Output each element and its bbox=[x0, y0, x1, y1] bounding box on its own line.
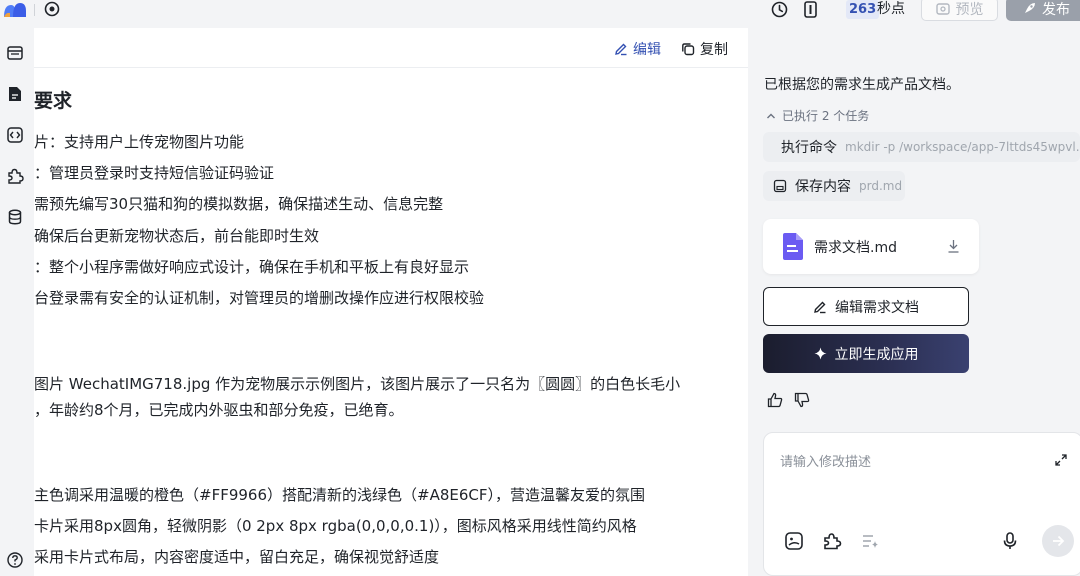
doc-line: 确保后台更新宠物状态后，前台能即时生效 bbox=[34, 227, 320, 245]
browser-window-icon[interactable] bbox=[6, 44, 24, 62]
task-item-command[interactable]: 执行命令 mkdir -p /workspace/app-7lttds45wpv… bbox=[763, 132, 1080, 162]
tasks-collapse-toggle[interactable]: 已执行 2 个任务 bbox=[766, 107, 869, 124]
chevron-up-icon bbox=[767, 113, 775, 118]
edit-label: 编辑 bbox=[633, 42, 661, 58]
task-item-save[interactable]: 保存内容 prd.md bbox=[763, 171, 905, 201]
thumbs-down-icon[interactable] bbox=[794, 392, 810, 408]
task-label: 执行命令 bbox=[781, 140, 837, 156]
list-sparkle-icon[interactable] bbox=[860, 531, 880, 551]
publish-label: 发布 bbox=[1042, 2, 1070, 18]
microphone-icon[interactable] bbox=[1000, 531, 1020, 551]
generate-app-button[interactable]: 立即生成应用 bbox=[763, 334, 969, 373]
save-icon bbox=[773, 179, 787, 193]
doc-line: ：管理员登录时支持短信验证码验证 bbox=[34, 164, 275, 182]
target-icon[interactable] bbox=[44, 1, 60, 17]
task-argument: mkdir -p /workspace/app-7lttds45wpvl... bbox=[845, 140, 1080, 154]
prompt-input-box bbox=[763, 432, 1080, 576]
rocket-icon bbox=[1025, 3, 1035, 13]
doc-line: 图片 WechatIMG718.jpg 作为宠物展示示例图片，该图片展示了一只名… bbox=[34, 375, 681, 393]
preview-button[interactable]: 预览 bbox=[921, 0, 998, 21]
document-content: 要求 片：支持用户上传宠物图片功能 ：管理员登录时支持短信验证码验证 需预先编写… bbox=[34, 28, 748, 576]
copy-button[interactable]: 复制 bbox=[681, 39, 728, 59]
edit-requirements-label: 编辑需求文档 bbox=[835, 299, 919, 316]
plugin-icon[interactable] bbox=[6, 167, 24, 185]
file-icon bbox=[783, 233, 803, 260]
edit-requirements-button[interactable]: 编辑需求文档 bbox=[763, 287, 969, 326]
preview-label: 预览 bbox=[955, 2, 984, 18]
left-rail bbox=[0, 22, 30, 576]
code-icon[interactable] bbox=[6, 126, 24, 144]
section-heading: 要求 bbox=[34, 90, 73, 112]
preview-icon bbox=[935, 3, 950, 15]
clock-icon[interactable] bbox=[771, 1, 788, 18]
doc-line: ：整个小程序需做好响应式设计，确保在手机和平板上有良好显示 bbox=[34, 258, 470, 276]
send-button[interactable] bbox=[1042, 525, 1074, 557]
task-argument: prd.md bbox=[859, 179, 903, 193]
help-icon[interactable] bbox=[6, 551, 24, 569]
doc-line: ，年龄约8个月，已完成内外驱虫和部分免疫，已绝育。 bbox=[34, 401, 404, 419]
mobile-preview-icon[interactable] bbox=[803, 1, 818, 18]
doc-line: 台登录需有安全的认证机制，对管理员的增删改操作应进行权限校验 bbox=[34, 289, 485, 307]
toolbar-divider bbox=[34, 4, 35, 16]
expand-icon[interactable] bbox=[1054, 453, 1068, 467]
document-icon[interactable] bbox=[6, 85, 24, 103]
doc-line: 主色调采用温暖的橙色（#FF9966）搭配清新的浅绿色（#A8E6CF），营造温… bbox=[34, 486, 645, 504]
credits-unit: 秒点 bbox=[877, 1, 905, 17]
copy-label: 复制 bbox=[700, 42, 728, 58]
doc-line: 卡片采用8px圆角，轻微阴影（0 2px 8px rgba(0,0,0,0.1)… bbox=[34, 517, 637, 535]
sparkle-icon bbox=[814, 347, 826, 360]
app-logo-icon[interactable] bbox=[2, 1, 28, 19]
tasks-summary: 已执行 2 个任务 bbox=[782, 109, 870, 123]
download-icon[interactable] bbox=[947, 239, 960, 253]
top-bar: 263 秒点 预览 发布 bbox=[0, 0, 1080, 22]
file-name: 需求文档.md bbox=[814, 240, 897, 256]
doc-line: 需预先编写30只猫和狗的模拟数据，确保描述生动、信息完整 bbox=[34, 195, 444, 213]
send-arrow-icon bbox=[1053, 535, 1065, 547]
prompt-input[interactable] bbox=[780, 451, 1040, 511]
task-label: 保存内容 bbox=[795, 179, 851, 195]
edit-button[interactable]: 编辑 bbox=[614, 39, 661, 59]
file-card[interactable]: 需求文档.md bbox=[763, 219, 979, 274]
doc-line: 片：支持用户上传宠物图片功能 bbox=[34, 133, 245, 151]
assistant-chat-panel: 已根据您的需求生成产品文档。 已执行 2 个任务 执行命令 mkdir -p /… bbox=[748, 28, 1080, 576]
pencil-icon bbox=[814, 301, 826, 313]
image-upload-icon[interactable] bbox=[784, 531, 804, 551]
publish-button[interactable]: 发布 bbox=[1006, 0, 1080, 21]
copy-icon bbox=[682, 43, 695, 56]
document-editor: 要求 片：支持用户上传宠物图片功能 ：管理员登录时支持短信验证码验证 需预先编写… bbox=[34, 28, 748, 576]
doc-line: 采用卡片式布局，内容密度适中，留白充足，确保视觉舒适度 bbox=[34, 548, 440, 566]
plugin-icon[interactable] bbox=[822, 531, 842, 551]
thumbs-up-icon[interactable] bbox=[767, 392, 783, 408]
credits-counter: 263 bbox=[846, 0, 880, 19]
generate-app-label: 立即生成应用 bbox=[834, 346, 919, 363]
assistant-message: 已根据您的需求生成产品文档。 bbox=[764, 77, 960, 93]
editor-toolbar: 编辑 复制 bbox=[34, 28, 748, 68]
database-icon[interactable] bbox=[6, 208, 24, 226]
pencil-icon bbox=[615, 43, 627, 56]
